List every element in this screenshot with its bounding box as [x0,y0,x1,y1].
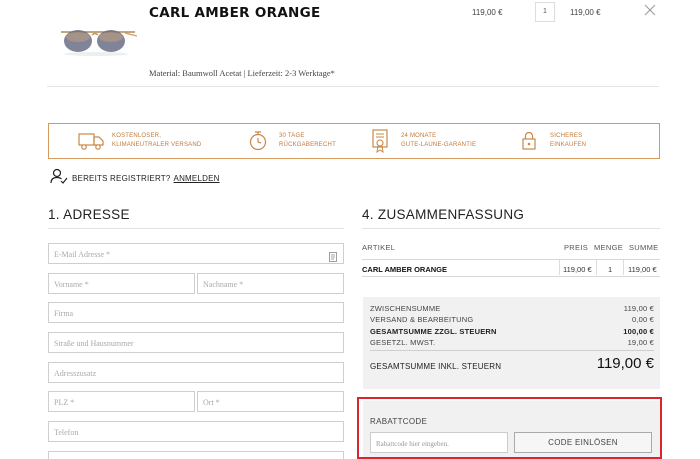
vat-label: GESETZL. MWST. [370,338,436,347]
street-field[interactable] [48,332,344,353]
subtotal-value: 119,00 € [623,304,654,313]
first-name-input[interactable] [49,275,194,294]
summary-item-name: CARL AMBER ORANGE [362,265,448,274]
trust-line: GUTE-LAUNE-GARANTIE [401,141,477,148]
user-check-icon [50,168,68,189]
trust-line: KOSTENLOSER, [112,132,162,139]
summary-item-price: 119,00 € [563,265,592,274]
street-input[interactable] [49,334,343,353]
last-name-field[interactable] [197,273,344,294]
net-total-row: GESAMTSUMME ZZGL. STEUERN 100,00 € [370,327,654,337]
return-icon [245,128,271,154]
quantity-field[interactable]: 1 [535,2,555,22]
email-field[interactable] [48,243,344,264]
vat-row: GESETZL. MWST. 19,00 € [370,338,654,348]
trust-item-shipping: KOSTENLOSER, KLIMANEUTRALER VERSAND [78,124,201,157]
col-header-sum: SUMME [629,243,659,252]
unit-price: 119,00 € [472,8,503,17]
trust-line: 24 MONATE [401,132,437,139]
net-total-label: GESAMTSUMME ZZGL. STEUERN [370,327,497,336]
city-input[interactable] [198,393,343,412]
subtotal-label: ZWISCHENSUMME [370,304,441,313]
divider [370,350,654,351]
trust-line: EINKAUFEN [550,141,587,148]
shipping-value: 0,00 € [631,315,654,324]
shipping-row: VERSAND & BEARBEITUNG 0,00 € [370,315,654,325]
phone-input[interactable] [49,423,343,442]
grand-total-label: GESAMTSUMME INKL. STEUERN [370,362,502,371]
truck-icon [78,128,104,154]
divider [362,259,660,260]
divider [362,276,660,277]
login-question: BEREITS REGISTRIERT? [72,174,171,183]
divider [596,260,597,275]
address-extra-field[interactable] [48,362,344,383]
coupon-input[interactable] [371,434,507,454]
shipping-label: VERSAND & BEARBEITUNG [370,315,474,324]
trust-line: RÜCKGABERECHT [279,141,336,148]
divider [362,228,660,229]
divider [559,260,560,275]
product-name: CARL AMBER ORANGE [149,5,321,21]
certificate-icon [367,128,393,154]
last-name-input[interactable] [198,275,343,294]
remove-item-button[interactable] [644,4,658,18]
close-icon [644,4,658,16]
next-field[interactable] [48,451,344,459]
divider [47,86,659,87]
summary-heading: 4. ZUSAMMENFASSUNG [362,207,525,222]
divider [48,228,344,229]
company-field[interactable] [48,302,344,323]
grand-total-value: 119,00 € [596,355,654,372]
totals-panel: ZWISCHENSUMME 119,00 € VERSAND & BEARBEI… [363,297,660,389]
vat-value: 19,00 € [627,338,654,347]
summary-item-sum: 119,00 € [628,265,657,274]
phone-field[interactable] [48,421,344,442]
zip-input[interactable] [49,393,194,412]
trust-item-secure: SICHERES EINKAUFEN [516,124,586,157]
trust-line: KLIMANEUTRALER VERSAND [112,141,202,148]
col-header-qty: MENGE [594,243,624,252]
trust-line: SICHERES [550,132,583,139]
line-total: 119,00 € [570,8,601,17]
trust-line: 30 TAGE [279,132,305,139]
city-field[interactable] [197,391,344,412]
net-total-value: 100,00 € [623,327,654,336]
coupon-field[interactable] [370,432,508,454]
trust-item-return: 30 TAGE RÜCKGABERECHT [245,124,336,157]
login-prompt: BEREITS REGISTRIERT? ANMELDEN [50,168,220,189]
divider [623,260,624,275]
trust-item-guarantee: 24 MONATE GUTE-LAUNE-GARANTIE [367,124,476,157]
lock-icon [516,128,542,154]
address-heading: 1. ADRESSE [48,207,130,222]
login-link[interactable]: ANMELDEN [174,174,220,183]
summary-item-qty: 1 [608,265,613,274]
company-input[interactable] [49,304,343,323]
product-image [58,10,138,60]
product-meta: Material: Baumwoll Acetat | Lieferzeit: … [149,68,335,78]
contact-card-icon [329,249,337,262]
coupon-title: RABATTCODE [370,417,428,426]
col-header-price: PREIS [564,243,589,252]
subtotal-row: ZWISCHENSUMME 119,00 € [370,304,654,314]
redeem-code-button[interactable]: CODE EINLÖSEN [514,432,652,453]
col-header-article: ARTIKEL [362,243,396,252]
address-extra-input[interactable] [49,364,343,383]
trust-bar: KOSTENLOSER, KLIMANEUTRALER VERSAND 30 TA… [48,123,660,159]
zip-field[interactable] [48,391,195,412]
email-input[interactable] [49,245,343,264]
first-name-field[interactable] [48,273,195,294]
